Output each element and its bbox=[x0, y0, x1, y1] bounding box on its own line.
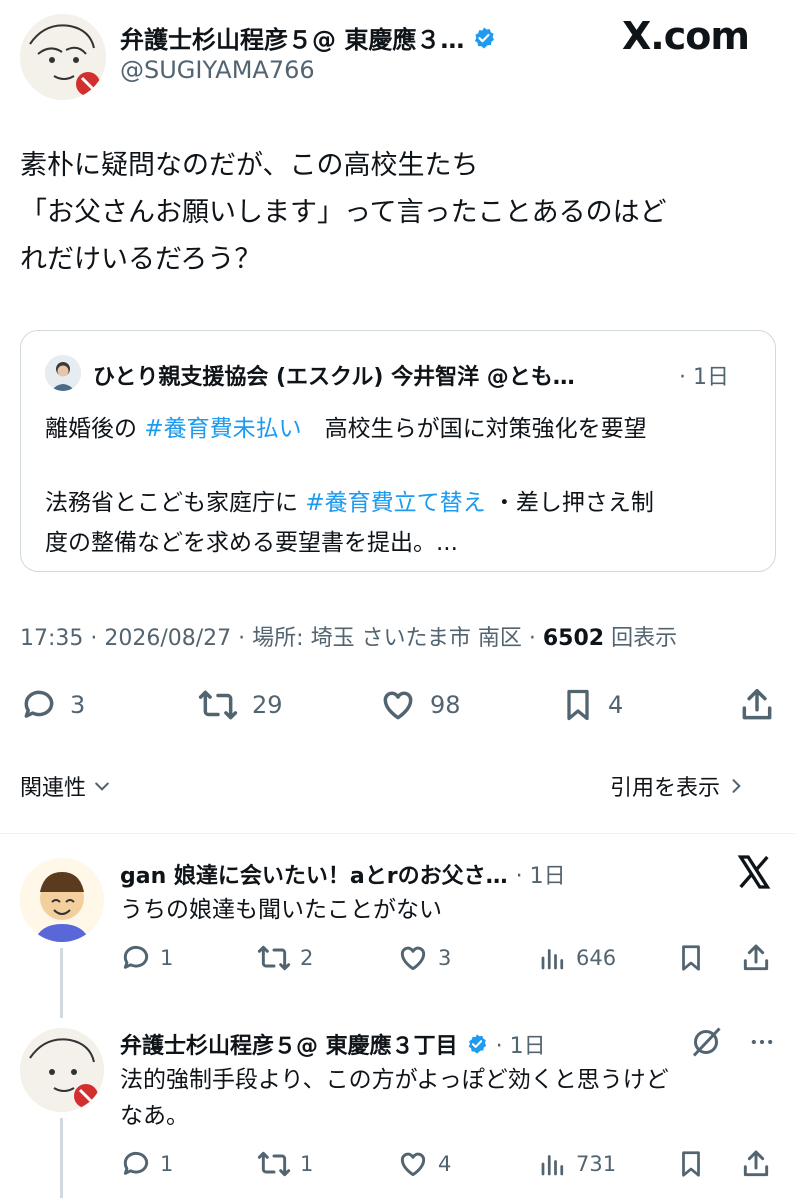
chevron-right-icon bbox=[732, 779, 741, 793]
reply-bookmark-button[interactable] bbox=[676, 1148, 706, 1180]
view-count: 646 bbox=[576, 946, 617, 970]
quoted-author-name: ひとり親支援協会 (エスクル) 今井智洋 @とも… bbox=[93, 365, 575, 390]
tweet-timestamp-location: 17:35 · 2026/08/27 · 場所: 埼玉 さいたま市 南区 · bbox=[20, 626, 543, 651]
reply-retweet-button[interactable]: 1 bbox=[256, 1148, 313, 1180]
reply-count: 1 bbox=[160, 946, 174, 970]
reply-text-line: 法的強制手段より、この方がよっぽど効くと思うけど bbox=[120, 1067, 669, 1093]
reply-reply-button[interactable]: 1 bbox=[120, 1148, 173, 1180]
reply-icon bbox=[24, 690, 54, 718]
retweet-icon bbox=[257, 945, 291, 971]
quoted-text-line: 度の整備などを求める要望書を提出。... bbox=[45, 530, 458, 556]
reply-text: 法的強制手段より、この方がよっぽど効くと思うけど なあ。 bbox=[120, 1062, 669, 1134]
author-name[interactable]: 弁護士杉山程彦５@ 東慶應３… bbox=[120, 20, 464, 55]
bookmark-count: 4 bbox=[608, 691, 624, 719]
quoted-time: · 1日 bbox=[679, 365, 729, 390]
view-count-label: 回表示 bbox=[604, 626, 678, 651]
bookmark-icon bbox=[567, 689, 589, 721]
x-logo-icon bbox=[734, 852, 774, 896]
quoted-text-line: 法務省とこども家庭庁に #養育費立て替え ・差し押さえ制 bbox=[45, 483, 654, 517]
reply-text-line: なあ。 bbox=[120, 1103, 189, 1129]
quoted-text: 離婚後の bbox=[45, 416, 145, 442]
reply-author-name[interactable]: 弁護士杉山程彦５@ 東慶應３丁目 bbox=[120, 1028, 458, 1060]
retweet-count: 29 bbox=[252, 691, 283, 719]
relevance-label: 関連性 bbox=[20, 776, 87, 801]
reply-header[interactable]: 弁護士杉山程彦５@ 東慶應３丁目 · 1日 bbox=[120, 1028, 546, 1060]
tweet-meta: 17:35 · 2026/08/27 · 場所: 埼玉 さいたま市 南区 · 6… bbox=[20, 620, 677, 652]
retweet-count: 2 bbox=[300, 946, 314, 970]
reply-share-button[interactable] bbox=[740, 1148, 772, 1180]
author-handle[interactable]: @SUGIYAMA766 bbox=[120, 56, 315, 84]
tweet-line: 「お父さんお願いします」って言ったことあるのはど bbox=[20, 197, 667, 228]
reply-count: 3 bbox=[70, 691, 86, 719]
reply-time[interactable]: · 1日 bbox=[496, 1028, 546, 1060]
retweet-button[interactable]: 29 bbox=[196, 686, 283, 724]
reply-retweet-button[interactable]: 2 bbox=[256, 942, 313, 974]
reply-views-button[interactable]: 731 bbox=[538, 1148, 616, 1180]
view-count: 6502 bbox=[542, 626, 605, 651]
quoted-author-avatar bbox=[45, 355, 81, 391]
view-count: 731 bbox=[576, 1152, 617, 1176]
heart-icon bbox=[400, 1152, 426, 1177]
quoted-text: 高校生らが国に対策強化を要望 bbox=[301, 416, 647, 442]
retweet-icon bbox=[198, 690, 238, 720]
quoted-text-line: 離婚後の #養育費未払い 高校生らが国に対策強化を要望 bbox=[45, 409, 647, 443]
reply-bookmark-button[interactable] bbox=[676, 942, 706, 974]
quoted-text: 法務省とこども家庭庁に bbox=[45, 490, 306, 516]
like-button[interactable]: 98 bbox=[378, 686, 461, 724]
reply-icon bbox=[123, 1151, 149, 1175]
relevance-dropdown[interactable]: 関連性 bbox=[20, 770, 112, 802]
view-quotes-label: 引用を表示 bbox=[610, 776, 721, 801]
author-name-row[interactable]: 弁護士杉山程彦５@ 東慶應３… bbox=[120, 20, 496, 55]
verified-badge-icon bbox=[468, 1034, 486, 1054]
share-icon bbox=[743, 944, 769, 971]
reply-like-button[interactable]: 4 bbox=[396, 1148, 451, 1180]
share-button[interactable] bbox=[738, 686, 776, 724]
views-chart-icon bbox=[541, 1155, 564, 1176]
verified-badge-icon bbox=[475, 27, 495, 48]
tweet-text: 素朴に疑問なのだが、この高校生たち 「お父さんお願いします」って言ったことあるの… bbox=[20, 142, 780, 283]
chevron-down-icon bbox=[95, 782, 109, 791]
reply-avatar[interactable] bbox=[20, 858, 104, 942]
thread-connector bbox=[60, 1118, 63, 1198]
grok-icon[interactable] bbox=[688, 1024, 724, 1064]
thread-connector bbox=[60, 948, 63, 1018]
reply-count: 1 bbox=[160, 1152, 174, 1176]
bookmark-icon bbox=[682, 945, 700, 971]
tweet-line: 素朴に疑問なのだが、この高校生たち bbox=[20, 150, 479, 181]
like-count: 98 bbox=[430, 691, 461, 719]
author-avatar[interactable] bbox=[20, 14, 106, 100]
heart-icon bbox=[400, 946, 426, 971]
share-icon bbox=[742, 689, 772, 720]
bookmark-icon bbox=[682, 1151, 700, 1177]
section-divider bbox=[0, 833, 795, 834]
tweet-line: れだけいるだろう？ bbox=[20, 244, 262, 275]
reply-like-button[interactable]: 3 bbox=[396, 942, 451, 974]
reply-header[interactable]: gan 娘達に会いたい！aとrのお父さ… · 1日 bbox=[120, 858, 566, 890]
view-quotes-link[interactable]: 引用を表示 bbox=[610, 770, 746, 802]
reply-views-button[interactable]: 646 bbox=[538, 942, 616, 974]
like-count: 3 bbox=[438, 946, 452, 970]
reply-author-name[interactable]: gan 娘達に会いたい！aとrのお父さ… bbox=[120, 858, 508, 890]
retweet-count: 1 bbox=[300, 1152, 314, 1176]
hashtag-link[interactable]: #養育費立て替え bbox=[305, 490, 485, 516]
brand-logo: X.com bbox=[622, 14, 750, 58]
quoted-tweet-card[interactable]: ひとり親支援協会 (エスクル) 今井智洋 @とも… · 1日 離婚後の #養育費… bbox=[20, 330, 776, 572]
like-count: 4 bbox=[438, 1152, 452, 1176]
share-icon bbox=[743, 1150, 769, 1177]
reply-button[interactable]: 3 bbox=[20, 686, 85, 724]
retweet-icon bbox=[257, 1151, 291, 1177]
reply-share-button[interactable] bbox=[740, 942, 772, 974]
reply-text: うちの娘達も聞いたことがない bbox=[120, 897, 442, 923]
reply-icon bbox=[123, 945, 149, 969]
views-chart-icon bbox=[541, 949, 564, 970]
reply-avatar[interactable] bbox=[20, 1028, 104, 1112]
more-options-icon[interactable] bbox=[748, 1024, 776, 1064]
quoted-text: ・差し押さえ制 bbox=[485, 490, 654, 516]
reply-reply-button[interactable]: 1 bbox=[120, 942, 173, 974]
hashtag-link[interactable]: #養育費未払い bbox=[144, 416, 301, 442]
bookmark-button[interactable]: 4 bbox=[560, 686, 623, 724]
reply-time[interactable]: · 1日 bbox=[516, 858, 566, 890]
heart-icon bbox=[383, 691, 413, 720]
